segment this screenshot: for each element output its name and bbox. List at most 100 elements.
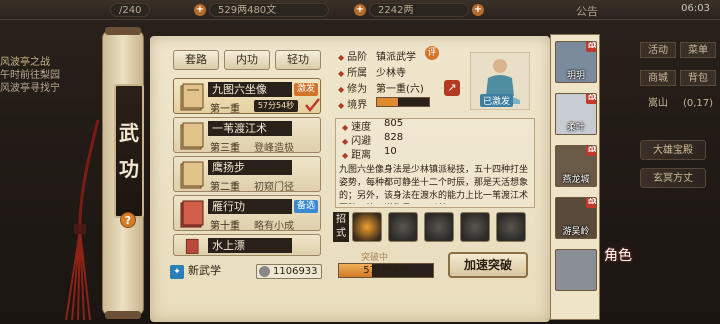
npc-item[interactable]: 玄冥方丈 [640,168,706,188]
add-gold-button-2[interactable]: + [472,4,484,16]
battle-tag: 战 [586,93,597,104]
realm-label-text: 境界 [347,100,368,111]
new-book-icon: ✦ [170,265,184,279]
skill-item[interactable]: 雁行功 备选 第十重 略有小成 [173,195,321,232]
clock: 06:03 [681,3,710,14]
backup-badge: 备选 [294,200,319,213]
realm-label: ◆ 境界 [338,100,368,111]
quest-title: 风波亭之战 [0,57,50,68]
realm-bar [376,97,430,107]
distance-label: ◆ 距离 [342,150,372,161]
move-icon[interactable] [352,212,382,242]
skill-name: 一苇渡江术 [208,121,292,136]
bag-button[interactable]: 背包 [680,70,716,86]
team-member[interactable]: 战 柔叶 [555,93,597,135]
skill-item[interactable]: 九图六坐像 激发 第一重 57分54秒 [173,78,321,115]
tab-lightness-skill[interactable]: 轻功 [275,50,321,70]
move-icon[interactable] [388,212,418,242]
location-name: 嵩山 [648,98,668,109]
skill-description: 九图六坐像身法是少林镇派秘技，五十四种打坐姿势，每种都可静坐十二个时辰，那是天活… [339,165,529,201]
grade-label-text: 品阶 [347,52,368,63]
move-icon[interactable] [496,212,526,242]
move-icon[interactable] [424,212,454,242]
coin-value: 1106933 [273,266,318,277]
add-silver-button[interactable]: + [194,4,206,16]
dodge-value: 828 [384,132,404,143]
gold-stat: + 2242两 + [354,3,484,17]
skill-book-icon [180,200,204,228]
location-coords: (0,17) [682,98,714,109]
dodge-label: ◆ 闪避 [342,136,372,147]
team-member[interactable]: 战 燕龙城 [555,145,597,187]
skill-level: 第一重 [210,104,240,115]
team-column: 战 玥玥 战 柔叶 战 燕龙城 战 游吴岭 [550,34,600,320]
check-icon [305,98,320,112]
sect-label-text: 所属 [347,68,368,79]
energy-value: /240 [110,3,151,17]
quest-tracker[interactable]: 风波亭之战 午时前往梨园 风波亭寻找宁 [0,56,96,95]
new-skill-label: 新武学 [188,264,221,277]
skill-level: 第三重 [210,143,240,154]
top-bar: /240 + 529两480文 + 2242两 + 公告 06:03 [0,0,720,20]
shop-button[interactable]: 商城 [640,70,676,86]
battle-tag: 战 [586,41,597,52]
team-member[interactable] [555,249,597,291]
active-badge: 激发 [294,83,319,96]
skill-rank: 初窥门径 [254,182,294,193]
silver-stat: + 529两480文 [194,3,329,17]
tab-routine[interactable]: 套路 [173,50,219,70]
activity-button[interactable]: 活动 [640,42,676,58]
roller-cap [105,311,141,319]
breakthrough-progress: 57分54秒 [338,263,434,278]
grade-value: 镇派武学 [376,52,416,63]
realm-bar-fill [377,98,398,106]
speed-label: ◆ 速度 [342,122,372,133]
distance-label-text: 距离 [351,150,372,161]
team-member[interactable]: 战 游吴岭 [555,197,597,239]
skill-book-icon [180,161,204,189]
new-skill-button[interactable]: ✦ 新武学 [170,262,221,279]
npc-list: 大雄宝殿 玄冥方丈 [640,140,706,196]
npc-item[interactable]: 大雄宝殿 [640,140,706,160]
roller-cap [105,27,141,35]
coin-counter: 1106933 [256,264,322,279]
skill-level: 第十重 [210,221,240,232]
battle-tag: 战 [586,197,597,208]
title-char: 功 [119,157,139,181]
upgrade-icon[interactable]: ↗ [444,80,460,96]
speed-up-breakthrough-button[interactable]: 加速突破 [448,252,528,278]
skill-rank: 略有小成 [254,221,294,232]
gold-value: 2242两 [369,3,469,17]
move-icon[interactable] [460,212,490,242]
member-name: 柔叶 [566,123,585,133]
breakthrough-timer: 57分54秒 [363,265,409,276]
battle-tag: 战 [586,145,597,156]
team-member[interactable]: 战 玥玥 [555,41,597,83]
quest-line: 风波亭寻找宁 [0,83,60,94]
skill-rank: 登峰造极 [254,143,294,154]
skill-book-icon [180,83,204,111]
character-button[interactable]: 角色 [604,248,632,264]
tab-inner-skill[interactable]: 内功 [224,50,270,70]
skill-book-icon [180,122,204,150]
grade-tag[interactable]: 评 [425,46,439,60]
skill-item[interactable]: 水上漂 [173,234,321,256]
skill-name: 鹰扬步 [208,160,292,175]
member-name: 玥玥 [566,71,585,81]
skill-name: 九图六坐像 [208,82,292,97]
speed-value: 805 [384,118,404,129]
announcement-button[interactable]: 公告 [576,3,598,19]
skill-name: 水上漂 [208,238,292,253]
member-name: 游吴岭 [562,227,590,237]
title-char: 武 [119,121,139,145]
menu-button[interactable]: 菜单 [680,42,716,58]
skill-item[interactable]: 鹰扬步 第二重 初窥门径 [173,156,321,193]
member-name: 燕龙城 [562,175,590,185]
skill-item[interactable]: 一苇渡江术 第三重 登峰造极 [173,117,321,154]
skill-timer: 57分54秒 [254,100,298,112]
breakthrough-label: 突破中 [361,253,389,263]
add-gold-button[interactable]: + [354,4,366,16]
skill-name: 雁行功 [208,199,292,214]
tassel-decoration [65,120,100,320]
help-button[interactable]: ? [120,212,136,228]
